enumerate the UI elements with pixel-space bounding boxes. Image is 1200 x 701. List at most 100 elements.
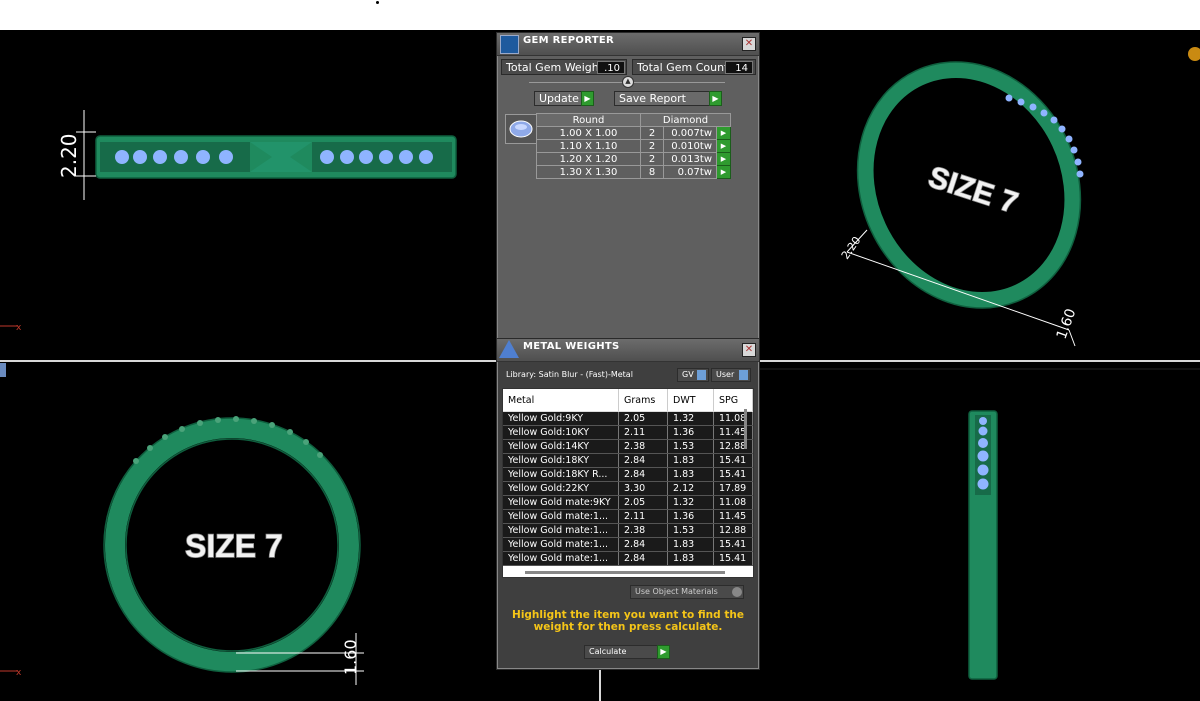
gem-row[interactable]: 1.30 X 1.30 8 0.07tw ▶ <box>536 165 731 179</box>
gem-row-play-icon[interactable]: ▶ <box>716 126 731 140</box>
metal-weights-close-button[interactable]: ✕ <box>742 343 756 357</box>
metal-cell-grams: 2.84 <box>618 551 668 566</box>
metal-cell-dwt: 1.83 <box>667 453 714 468</box>
dim-label-perspective-b: 1.60 <box>1054 307 1080 342</box>
gem-weight: 0.07tw <box>663 165 717 179</box>
viewport-side[interactable]: SIZE 7 1.60 x <box>0 363 496 701</box>
viewport-perspective[interactable]: SIZE 7 2.20 1.60 <box>759 30 1200 360</box>
metal-cell-dwt: 1.83 <box>667 551 714 566</box>
metal-cell-grams: 2.84 <box>618 453 668 468</box>
metal-row[interactable]: Yellow Gold mate:1... 2.84 1.83 15.41 <box>503 537 753 552</box>
user-label: User <box>716 370 735 379</box>
gem-row[interactable]: 1.00 X 1.00 2 0.007tw ▶ <box>536 126 731 140</box>
update-label: Update <box>539 92 579 105</box>
use-object-materials-checkbox[interactable]: Use Object Materials <box>630 585 744 599</box>
instruction-note: Highlight the item you want to find the … <box>512 609 744 633</box>
gem-count: 2 <box>640 152 664 166</box>
metal-cell-grams: 2.11 <box>618 425 668 440</box>
use-object-materials-label: Use Object Materials <box>635 587 718 596</box>
metal-row[interactable]: Yellow Gold:10KY 2.11 1.36 11.45 <box>503 425 753 440</box>
metal-cell-metal: Yellow Gold mate:9KY <box>503 495 619 510</box>
metal-row[interactable]: Yellow Gold:22KY 3.30 2.12 17.89 <box>503 481 753 496</box>
gem-row-play-icon[interactable]: ▶ <box>716 165 731 179</box>
round-gem-icon <box>509 120 533 138</box>
metal-cell-dwt: 1.53 <box>667 523 714 538</box>
calculate-button[interactable]: Calculate ▶ <box>584 645 670 659</box>
metal-row[interactable]: Yellow Gold mate:9KY 2.05 1.32 11.08 <box>503 495 753 510</box>
metal-row[interactable]: Yellow Gold:9KY 2.05 1.32 11.08 <box>503 411 753 426</box>
metal-row[interactable]: Yellow Gold mate:1... 2.84 1.83 15.41 <box>503 551 753 566</box>
gem-row-play-icon[interactable]: ▶ <box>716 152 731 166</box>
total-gem-count-value: 14 <box>725 61 753 74</box>
gem-reporter-title: GEM REPORTER <box>523 35 615 46</box>
total-gem-weight-label: Total Gem Weight <box>506 61 604 74</box>
metal-row[interactable]: Yellow Gold mate:1... 2.11 1.36 11.45 <box>503 509 753 524</box>
gem-size: 1.30 X 1.30 <box>536 165 641 179</box>
metal-table-scrollbar[interactable] <box>744 409 747 449</box>
metal-cell-dwt: 2.12 <box>667 481 714 496</box>
gem-col-round: Round <box>536 113 641 127</box>
gem-size: 1.20 X 1.20 <box>536 152 641 166</box>
metal-cell-dwt: 1.83 <box>667 467 714 482</box>
metal-col-metal: Metal <box>503 389 619 412</box>
viewport-top[interactable]: y <box>759 363 1200 701</box>
gem-count: 8 <box>640 165 664 179</box>
gem-row[interactable]: 1.10 X 1.10 2 0.010tw ▶ <box>536 139 731 153</box>
gem-col-diamond: Diamond <box>640 113 731 127</box>
metal-cell-dwt: 1.32 <box>667 495 714 510</box>
gem-row[interactable]: 1.20 X 1.20 2 0.013tw ▶ <box>536 152 731 166</box>
metal-cell-metal: Yellow Gold:14KY <box>503 439 619 454</box>
metal-table-hscrollbar[interactable] <box>525 571 725 574</box>
metal-cell-spg: 17.89 <box>713 481 753 496</box>
metal-cell-grams: 3.30 <box>618 481 668 496</box>
gv-indicator-icon <box>697 370 706 380</box>
update-button[interactable]: Update ▶ <box>534 91 594 106</box>
metal-cell-spg: 15.41 <box>713 467 753 482</box>
metal-cell-dwt: 1.83 <box>667 537 714 552</box>
metal-row[interactable]: Yellow Gold mate:1... 2.38 1.53 12.88 <box>503 523 753 538</box>
metal-cell-dwt: 1.36 <box>667 425 714 440</box>
collapse-toggle-icon[interactable]: ▲ <box>622 76 634 88</box>
gem-reporter-close-button[interactable]: ✕ <box>742 37 756 51</box>
round-gem-thumbnail[interactable] <box>505 114 537 144</box>
library-label: Library: Satin Blur - (Fast)-Metal <box>506 370 633 379</box>
gv-toggle[interactable]: GV <box>677 368 709 382</box>
metal-cell-metal: Yellow Gold:9KY <box>503 411 619 426</box>
top-toolbar-strip <box>0 0 1200 30</box>
user-toggle[interactable]: User <box>711 368 751 382</box>
viewport-front-canvas: 2.20 x <box>0 110 457 333</box>
save-report-play-icon: ▶ <box>709 91 722 106</box>
metal-row[interactable]: Yellow Gold:18KY R... 2.84 1.83 15.41 <box>503 467 753 482</box>
metal-cell-metal: Yellow Gold:10KY <box>503 425 619 440</box>
metal-cell-grams: 2.84 <box>618 537 668 552</box>
gem-reporter-panel: GEM REPORTER ✕ Total Gem Weight .10 Tota… <box>496 32 760 342</box>
metal-cell-dwt: 1.32 <box>667 411 714 426</box>
metal-row[interactable]: Yellow Gold:18KY 2.84 1.83 15.41 <box>503 453 753 468</box>
corner-emblem-icon <box>1188 47 1200 61</box>
metal-cell-spg: 12.88 <box>713 523 753 538</box>
metal-cell-grams: 2.05 <box>618 495 668 510</box>
gem-size: 1.10 X 1.10 <box>536 139 641 153</box>
gem-weight: 0.013tw <box>663 152 717 166</box>
metal-table-container[interactable]: Metal Grams DWT SPG Yellow Gold:9KY 2.05 1… <box>502 388 754 578</box>
metal-cell-grams: 2.84 <box>618 467 668 482</box>
viewport-front[interactable]: 2.20 x <box>0 30 496 360</box>
total-gem-weight-value: .10 <box>597 61 625 74</box>
gem-weight: 0.010tw <box>663 139 717 153</box>
save-report-label: Save Report <box>619 92 686 105</box>
axis-x-label-tl: x <box>16 323 22 333</box>
metal-row[interactable]: Yellow Gold:14KY 2.38 1.53 12.88 <box>503 439 753 454</box>
update-play-icon: ▶ <box>581 91 594 106</box>
gem-reporter-titlebar[interactable]: GEM REPORTER ✕ <box>497 33 759 56</box>
gem-count: 2 <box>640 139 664 153</box>
metal-cell-metal: Yellow Gold:18KY <box>503 453 619 468</box>
gem-row-play-icon[interactable]: ▶ <box>716 139 731 153</box>
gem-table: Round Diamond 1.00 X 1.00 2 0.007tw ▶ 1.… <box>536 113 731 179</box>
save-report-button[interactable]: Save Report ▶ <box>614 91 722 106</box>
metal-cell-dwt: 1.36 <box>667 509 714 524</box>
metal-cell-metal: Yellow Gold mate:1... <box>503 537 619 552</box>
metal-table: Metal Grams DWT SPG Yellow Gold:9KY 2.05 1… <box>503 389 753 566</box>
metal-weights-titlebar[interactable]: METAL WEIGHTS ✕ <box>497 339 759 362</box>
size-label-perspective: SIZE 7 <box>924 161 1021 221</box>
calculate-label: Calculate <box>589 647 627 656</box>
